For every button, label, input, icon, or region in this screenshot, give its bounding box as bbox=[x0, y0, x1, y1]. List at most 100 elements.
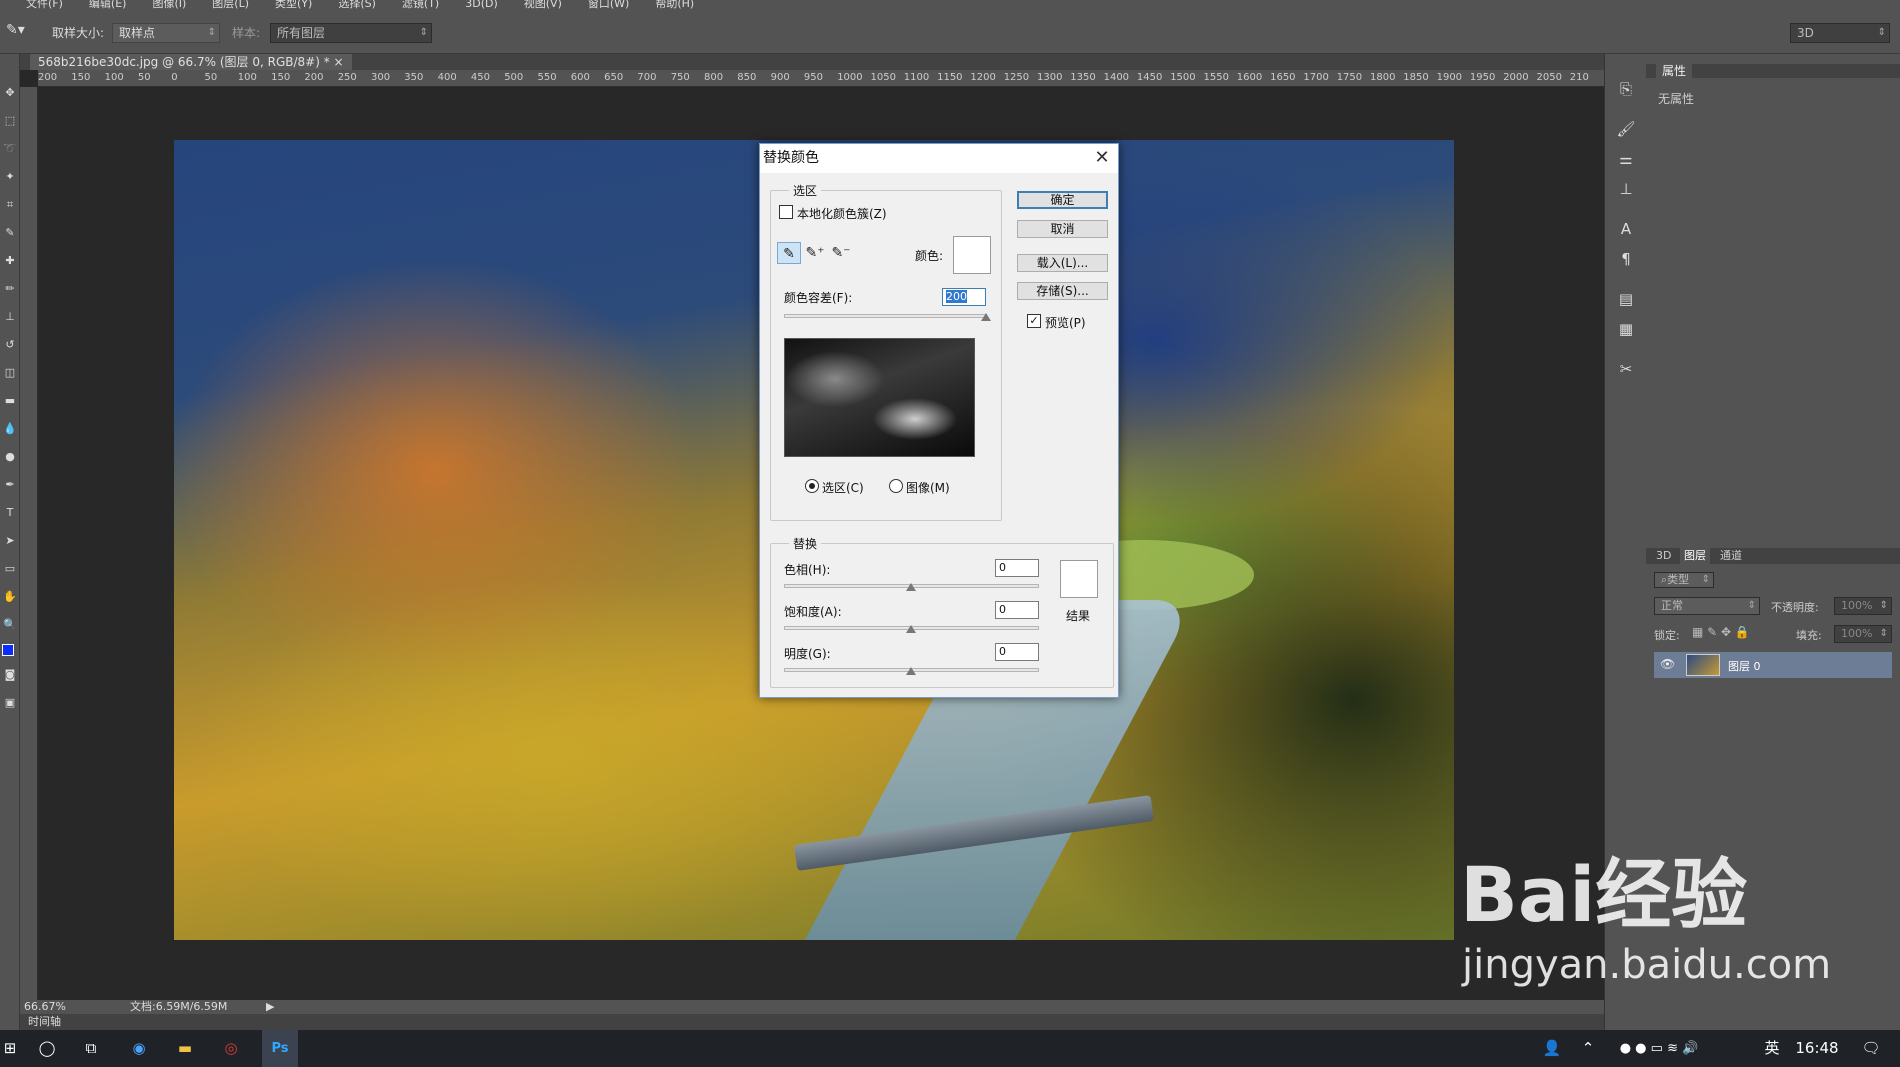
hue-slider-thumb[interactable] bbox=[906, 583, 916, 591]
result-color-swatch[interactable] bbox=[1060, 560, 1098, 598]
ok-button[interactable]: 确定 bbox=[1017, 191, 1108, 209]
eyedropper-icon[interactable]: ✎ bbox=[777, 242, 801, 264]
fill-input[interactable]: 100% bbox=[1834, 625, 1892, 643]
workspace-select[interactable]: 3D bbox=[1790, 23, 1890, 43]
selection-radio[interactable] bbox=[805, 479, 819, 493]
notes-icon[interactable]: ▦ bbox=[1615, 318, 1637, 340]
cancel-button[interactable]: 取消 bbox=[1017, 220, 1108, 238]
layer-row[interactable]: 👁 图层 0 bbox=[1654, 652, 1892, 678]
menu-item-9[interactable]: 窗口(W) bbox=[588, 0, 629, 12]
task-view-icon[interactable]: ⧉ bbox=[74, 1030, 108, 1067]
foreground-color-swatch[interactable] bbox=[2, 644, 14, 656]
zoom-tool-icon[interactable]: 🔍 bbox=[2, 616, 18, 634]
sample-layers-select[interactable]: 所有图层 bbox=[270, 23, 432, 43]
marquee-tool-icon[interactable]: ⬚ bbox=[2, 112, 18, 130]
eyedropper-plus-icon[interactable]: ✎⁺ bbox=[803, 242, 827, 264]
layer-name[interactable]: 图层 0 bbox=[1728, 658, 1761, 674]
selection-color-swatch[interactable] bbox=[953, 236, 991, 274]
image-radio[interactable] bbox=[889, 479, 903, 493]
crop-tool-icon[interactable]: ⌗ bbox=[2, 196, 18, 214]
clone-source-icon[interactable]: ⊥ bbox=[1615, 178, 1637, 200]
type-tool-icon[interactable]: T bbox=[2, 504, 18, 522]
fuzziness-slider[interactable] bbox=[784, 314, 986, 318]
menu-item-2[interactable]: 图像(I) bbox=[152, 0, 186, 12]
opacity-input[interactable]: 100% bbox=[1834, 597, 1892, 615]
brush-icon[interactable]: 🖌 bbox=[1615, 118, 1637, 140]
menu-item-8[interactable]: 视图(V) bbox=[524, 0, 562, 12]
eyedropper-minus-icon[interactable]: ✎⁻ bbox=[829, 242, 853, 264]
saturation-slider-thumb[interactable] bbox=[906, 625, 916, 633]
sample-size-select[interactable]: 取样点 bbox=[112, 23, 220, 43]
tray-arrow-icon[interactable]: ⌃ bbox=[1578, 1030, 1598, 1067]
path-select-icon[interactable]: ➤ bbox=[2, 532, 18, 550]
visibility-eye-icon[interactable]: 👁 bbox=[1660, 657, 1675, 671]
search-icon[interactable]: ◯ bbox=[30, 1030, 64, 1067]
document-tab[interactable]: 568b216be30dc.jpg @ 66.7% (图层 0, RGB/8#)… bbox=[30, 54, 352, 70]
lightness-slider-thumb[interactable] bbox=[906, 667, 916, 675]
menu-item-1[interactable]: 编辑(E) bbox=[89, 0, 127, 12]
quick-mask-icon[interactable]: ◙ bbox=[2, 666, 18, 684]
menu-item-4[interactable]: 类型(Y) bbox=[275, 0, 312, 12]
hue-input[interactable]: 0 bbox=[995, 559, 1039, 577]
blur-tool-icon[interactable]: 💧 bbox=[2, 420, 18, 438]
fuzziness-input[interactable]: 200 bbox=[942, 288, 986, 306]
menu-item-10[interactable]: 帮助(H) bbox=[655, 0, 694, 12]
saturation-input[interactable]: 0 bbox=[995, 601, 1039, 619]
eraser-tool-icon[interactable]: ◫ bbox=[2, 364, 18, 382]
stamp-tool-icon[interactable]: ⊥ bbox=[2, 308, 18, 326]
lightness-input[interactable]: 0 bbox=[995, 643, 1039, 661]
blend-mode-select[interactable]: 正常 bbox=[1654, 597, 1760, 615]
menu-item-0[interactable]: 文件(F) bbox=[26, 0, 63, 12]
tab-properties[interactable]: 属性 bbox=[1656, 64, 1693, 78]
paragraph-icon[interactable]: ¶ bbox=[1615, 248, 1637, 270]
save-button[interactable]: 存储(S)... bbox=[1017, 282, 1108, 300]
menu-item-7[interactable]: 3D(D) bbox=[465, 0, 498, 12]
lock-icons[interactable]: ▦ ✎ ✥ 🔒 bbox=[1692, 625, 1750, 639]
menu-item-5[interactable]: 选择(S) bbox=[338, 0, 376, 12]
eyedropper-tool-icon[interactable]: ✎▾ bbox=[6, 22, 25, 38]
photoshop-icon[interactable]: Ps bbox=[262, 1030, 298, 1067]
browser-icon[interactable]: ◉ bbox=[122, 1030, 156, 1067]
eyedropper-tool-icon[interactable]: ✎ bbox=[2, 224, 18, 242]
preview-checkbox[interactable]: ✓ bbox=[1027, 314, 1041, 328]
tools-preset-icon[interactable]: ✂ bbox=[1615, 358, 1637, 380]
clock[interactable]: 16:48 bbox=[1792, 1030, 1842, 1067]
tab-channels[interactable]: 通道 bbox=[1716, 548, 1746, 564]
character-icon[interactable]: A bbox=[1615, 218, 1637, 240]
file-explorer-icon[interactable]: ▬ bbox=[168, 1030, 202, 1067]
ime-indicator[interactable]: 英 bbox=[1760, 1030, 1784, 1067]
menu-item-3[interactable]: 图层(L) bbox=[212, 0, 249, 12]
menu-item-6[interactable]: 滤镜(T) bbox=[402, 0, 439, 12]
tab-layers[interactable]: 图层 bbox=[1680, 548, 1710, 564]
timeline-panel-tab[interactable]: 时间轴 bbox=[20, 1014, 1604, 1030]
info-icon[interactable]: ▤ bbox=[1615, 288, 1637, 310]
localized-color-clusters-checkbox[interactable] bbox=[779, 205, 793, 219]
shape-tool-icon[interactable]: ▭ bbox=[2, 560, 18, 578]
dodge-tool-icon[interactable]: ● bbox=[2, 448, 18, 466]
tab-3d[interactable]: 3D bbox=[1652, 548, 1675, 564]
brush-tool-icon[interactable]: ✏ bbox=[2, 280, 18, 298]
pen-tool-icon[interactable]: ✒ bbox=[2, 476, 18, 494]
quick-select-tool-icon[interactable]: ✦ bbox=[2, 168, 18, 186]
layer-filter-select[interactable]: ⌕类型 bbox=[1654, 572, 1714, 588]
windows-start-icon[interactable]: ⊞ bbox=[0, 1030, 20, 1067]
healing-tool-icon[interactable]: ✚ bbox=[2, 252, 18, 270]
hand-tool-icon[interactable]: ✋ bbox=[2, 588, 18, 606]
adjust-icon[interactable]: ⚌ bbox=[1615, 148, 1637, 170]
notification-icon[interactable]: 🗨 bbox=[1856, 1030, 1886, 1067]
gradient-tool-icon[interactable]: ▬ bbox=[2, 392, 18, 410]
move-tool-icon[interactable]: ✥ bbox=[2, 84, 18, 102]
fuzziness-slider-thumb[interactable] bbox=[981, 313, 991, 321]
netease-music-icon[interactable]: ◎ bbox=[214, 1030, 248, 1067]
history-brush-icon[interactable]: ↺ bbox=[2, 336, 18, 354]
screen-mode-icon[interactable]: ▣ bbox=[2, 694, 18, 712]
close-tab-icon[interactable]: × bbox=[334, 55, 344, 69]
zoom-level[interactable]: 66.67% bbox=[24, 1000, 66, 1014]
tray-app-icons[interactable]: ● ● ▭ ≋ 🔊 bbox=[1604, 1030, 1714, 1067]
history-icon[interactable]: ⎘ bbox=[1615, 78, 1637, 100]
status-menu-arrow-icon[interactable]: ▶ bbox=[266, 1000, 274, 1014]
load-button[interactable]: 载入(L)... bbox=[1017, 254, 1108, 272]
lasso-tool-icon[interactable]: ➰ bbox=[2, 140, 18, 158]
close-icon[interactable]: ✕ bbox=[1092, 148, 1112, 168]
people-icon[interactable]: 👤 bbox=[1538, 1030, 1566, 1067]
